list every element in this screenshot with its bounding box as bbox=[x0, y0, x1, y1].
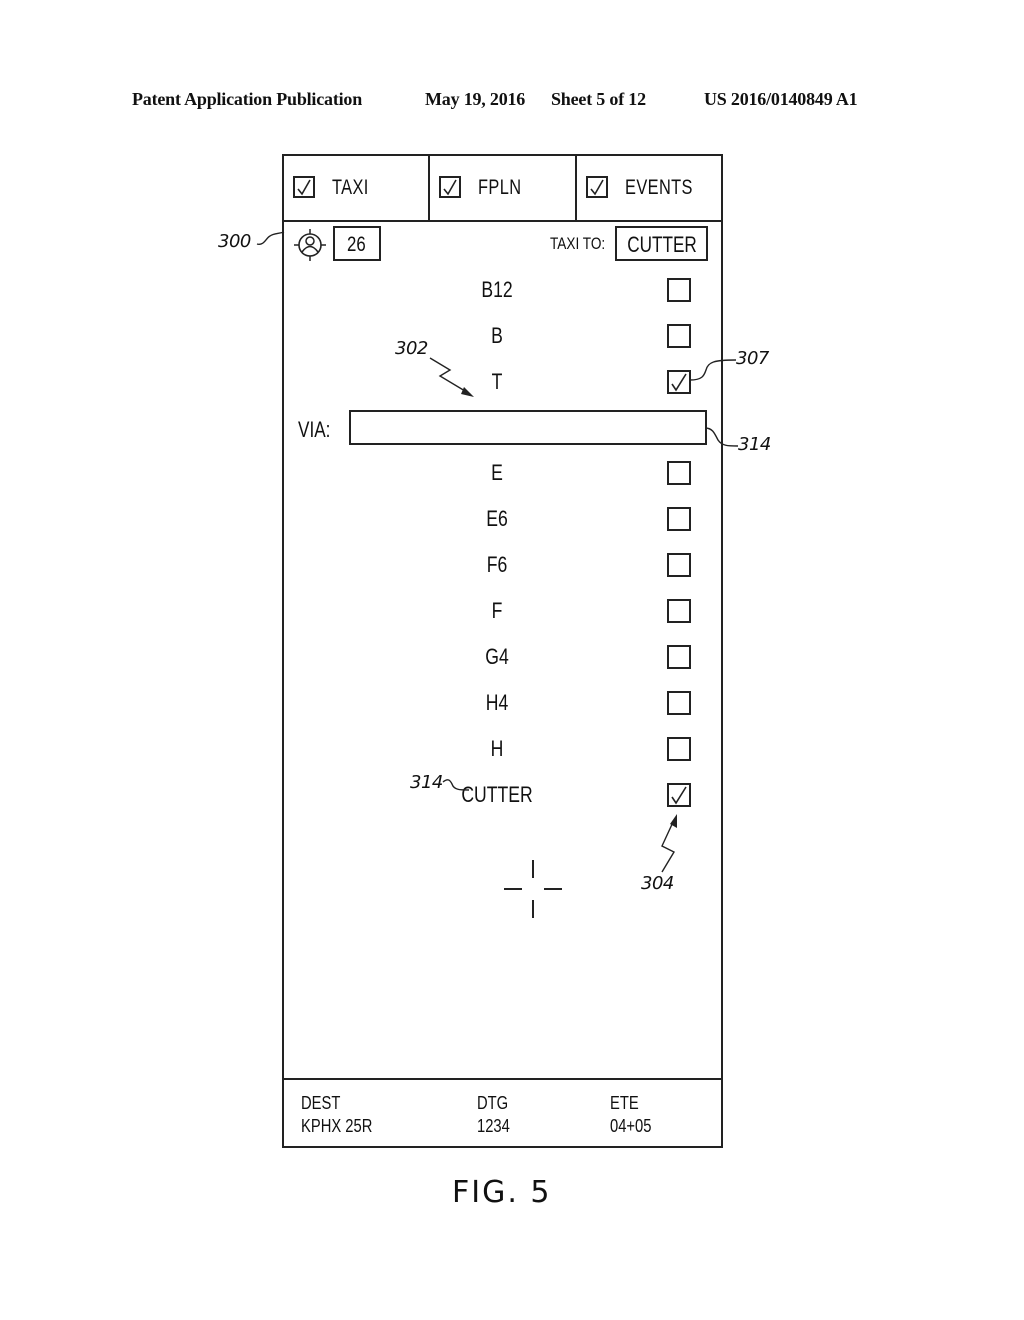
ref-307: 307 bbox=[736, 348, 769, 369]
crosshair-icon bbox=[504, 860, 562, 918]
taxiway-label: CUTTER bbox=[461, 782, 533, 807]
taxiway-label: E6 bbox=[486, 506, 508, 531]
footer-dtg: DTG 1234 bbox=[477, 1092, 510, 1138]
tab-bar: TAXI FPLN EVENTS bbox=[284, 156, 721, 222]
taxiway-checkbox[interactable] bbox=[667, 737, 691, 761]
footer-dtg-label: DTG bbox=[477, 1093, 509, 1113]
checkmark-icon bbox=[671, 786, 687, 805]
footer-ete: ETE 04+05 bbox=[610, 1092, 651, 1138]
taxiway-checkbox[interactable] bbox=[667, 324, 691, 348]
leader-line-314-cutter bbox=[442, 779, 470, 791]
footer-dest-label: DEST bbox=[301, 1093, 341, 1113]
taxiway-label: G4 bbox=[485, 644, 509, 669]
taxiway-checkbox[interactable] bbox=[667, 645, 691, 669]
taxiway-label: B12 bbox=[481, 277, 513, 302]
taxiway-checkbox[interactable] bbox=[667, 553, 691, 577]
runway-value: 26 bbox=[347, 233, 366, 256]
tab-fpln-checkbox[interactable] bbox=[439, 176, 462, 198]
taxiway-label: B bbox=[491, 323, 503, 348]
tab-events-checkbox[interactable] bbox=[585, 176, 608, 198]
figure-label: FIG. 5 bbox=[452, 1175, 552, 1210]
footer-dest: DEST KPHX 25R bbox=[301, 1092, 372, 1138]
taxi-to-field[interactable]: CUTTER bbox=[615, 226, 708, 261]
tab-fpln[interactable]: FPLN bbox=[430, 156, 577, 220]
footer-dtg-value: 1234 bbox=[477, 1116, 510, 1136]
leader-arrow-302 bbox=[429, 357, 474, 397]
runway-field[interactable]: 26 bbox=[333, 226, 381, 261]
taxiway-label: H bbox=[490, 736, 504, 761]
via-label: VIA: bbox=[298, 417, 331, 442]
header-publication: Patent Application Publication bbox=[132, 89, 363, 109]
taxi-display-panel: TAXI FPLN EVENTS 26 TAXI TO: CUTTER B12 … bbox=[282, 154, 723, 1148]
leader-arrow-304 bbox=[661, 814, 677, 873]
tab-fpln-label: FPLN bbox=[478, 176, 522, 199]
header-sheet: Sheet 5 of 12 bbox=[551, 89, 646, 109]
leader-line-300 bbox=[256, 231, 285, 246]
taxi-to-label: TAXI TO: bbox=[550, 234, 606, 253]
taxiway-label: F bbox=[491, 598, 503, 623]
taxiway-checkbox[interactable] bbox=[667, 599, 691, 623]
checkmark-icon bbox=[590, 179, 604, 196]
taxiway-checkbox[interactable] bbox=[667, 691, 691, 715]
via-input[interactable] bbox=[349, 410, 707, 445]
ref-314-cutter: 314 bbox=[410, 772, 443, 793]
footer-ete-label: ETE bbox=[610, 1093, 639, 1113]
taxiway-checkbox[interactable] bbox=[667, 507, 691, 531]
taxiway-checkbox[interactable] bbox=[667, 278, 691, 302]
tab-taxi-checkbox[interactable] bbox=[293, 176, 315, 198]
tab-taxi[interactable]: TAXI bbox=[284, 156, 431, 220]
tab-taxi-label: TAXI bbox=[332, 176, 369, 199]
checkmark-icon bbox=[443, 179, 458, 196]
ref-300: 300 bbox=[218, 231, 251, 252]
footer-dest-value: KPHX 25R bbox=[301, 1116, 373, 1136]
taxiway-checkbox[interactable] bbox=[667, 461, 691, 485]
header-date: May 19, 2016 bbox=[425, 89, 526, 109]
taxiway-label: T bbox=[491, 369, 503, 394]
taxiway-label: F6 bbox=[486, 552, 508, 577]
taxi-to-value: CUTTER bbox=[626, 232, 697, 257]
taxiway-label: H4 bbox=[485, 690, 509, 715]
status-footer: DEST KPHX 25R DTG 1234 ETE 04+05 bbox=[284, 1078, 721, 1146]
tab-events-label: EVENTS bbox=[624, 176, 693, 199]
ref-304: 304 bbox=[641, 873, 674, 894]
taxiway-label: E bbox=[491, 460, 503, 485]
checkmark-icon bbox=[297, 179, 311, 196]
checkmark-icon bbox=[671, 373, 687, 392]
ref-314-via: 314 bbox=[738, 434, 771, 455]
ref-302: 302 bbox=[395, 338, 428, 359]
header-number: US 2016/0140849 A1 bbox=[704, 89, 858, 109]
leader-line-314-via bbox=[704, 427, 739, 447]
leader-line-307 bbox=[689, 359, 737, 381]
tab-events[interactable]: EVENTS bbox=[577, 156, 721, 220]
footer-ete-value: 04+05 bbox=[610, 1116, 652, 1136]
runway-target-icon[interactable] bbox=[293, 228, 327, 262]
taxiway-checkbox[interactable] bbox=[667, 783, 691, 807]
